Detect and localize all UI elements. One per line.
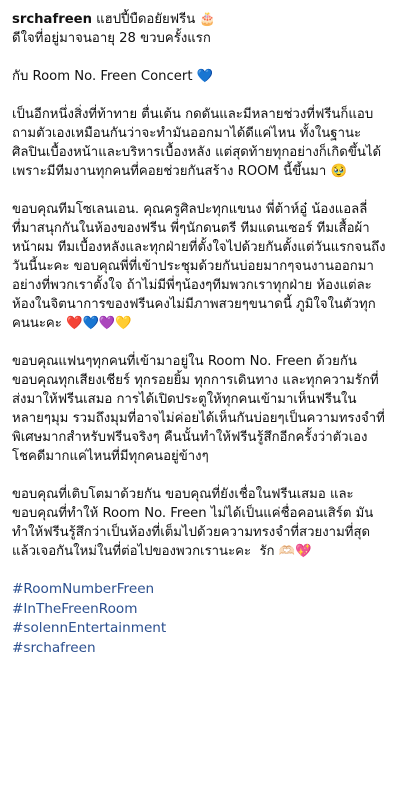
caption-header-text: แฮปปี้บืดอยัยฟรีน 🎂: [91, 12, 216, 27]
caption-paragraph: ขอบคุณแฟนๆทุกคนที่เข้ามาอยู่ใน Room No. …: [12, 354, 385, 464]
hashtag-link[interactable]: #InTheFreenRoom: [12, 600, 388, 620]
caption-line: ดีใจที่อยู่มาจนอายุ 28 ขวบครั้งแรก: [12, 31, 211, 46]
hashtag-link[interactable]: #solennEntertainment: [12, 619, 388, 639]
hashtag-link[interactable]: #RoomNumberFreen: [12, 580, 388, 600]
post-caption: srchafreen แฮปปี้บืดอยัยฟรีน 🎂 ดีใจที่อย…: [0, 0, 400, 800]
username-link[interactable]: srchafreen: [12, 12, 92, 27]
caption-paragraph: ขอบคุณทีมโซเลนเอน. คุณครูศิลปะทุกแขนง พี…: [12, 202, 386, 331]
caption-line: แล้วเจอกันใหม่ในที่ต่อไปของพวกเรานะคะ รั…: [12, 544, 312, 559]
caption-paragraph: ขอบคุณที่เติบโตมาด้วยกัน ขอบคุณที่ยังเชื…: [12, 487, 374, 540]
caption-line: กับ Room No. Freen Concert 💙: [12, 69, 214, 84]
hashtag-link[interactable]: #srchafreen: [12, 639, 388, 659]
caption-header: srchafreen แฮปปี้บืดอยัยฟรีน 🎂: [12, 10, 388, 29]
hashtag-list: #RoomNumberFreen #InTheFreenRoom #solenn…: [12, 580, 388, 658]
caption-paragraph: เป็นอีกหนึ่งสิ่งที่ท้าทาย ตื่นเต้น กดดัน…: [12, 107, 382, 179]
